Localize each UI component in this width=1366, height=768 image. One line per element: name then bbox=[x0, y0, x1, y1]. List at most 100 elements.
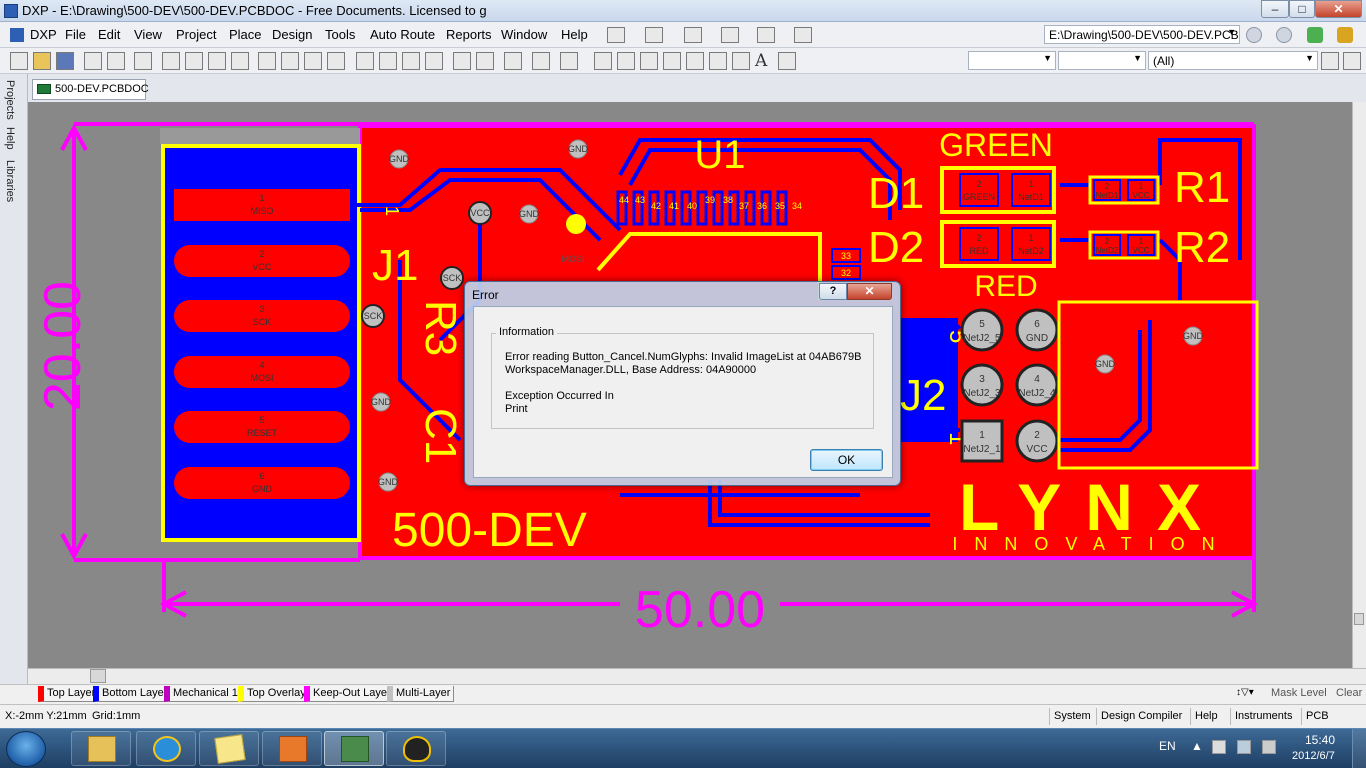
browse-components-icon[interactable] bbox=[532, 52, 550, 70]
save-icon[interactable] bbox=[56, 52, 74, 70]
place-fill-tool-icon[interactable] bbox=[686, 52, 704, 70]
system-panel-button[interactable]: System bbox=[1049, 708, 1095, 725]
help-icon[interactable] bbox=[560, 52, 578, 70]
move-icon[interactable] bbox=[379, 52, 397, 70]
new-icon[interactable] bbox=[10, 52, 28, 70]
panel-tab-libraries[interactable]: Libraries bbox=[4, 160, 16, 202]
horizontal-scrollbar[interactable] bbox=[28, 668, 1366, 684]
clock-date[interactable]: 2012/6/7 bbox=[1292, 750, 1335, 762]
taskbar-qq[interactable] bbox=[386, 731, 446, 766]
align-icon[interactable] bbox=[645, 27, 663, 43]
cut-icon[interactable] bbox=[258, 52, 276, 70]
undo-icon[interactable] bbox=[453, 52, 471, 70]
maximize-button[interactable]: □ bbox=[1289, 0, 1315, 18]
action-center-icon[interactable] bbox=[1212, 740, 1226, 754]
design-compiler-panel-button[interactable]: Design Compiler bbox=[1096, 708, 1186, 725]
instruments-panel-button[interactable]: Instruments bbox=[1230, 708, 1296, 725]
select-area-icon[interactable] bbox=[356, 52, 374, 70]
panel-tab-projects[interactable]: Projects bbox=[4, 80, 16, 120]
menu-window[interactable]: Window bbox=[501, 27, 547, 42]
grid-icon[interactable] bbox=[794, 27, 812, 43]
dialog-help-button[interactable]: ? bbox=[819, 283, 847, 300]
taskbar-internet-explorer[interactable] bbox=[136, 731, 196, 766]
dxp-app-icon[interactable] bbox=[4, 4, 18, 18]
filter-combo[interactable]: (All) ▼ bbox=[1148, 51, 1318, 70]
help-panel-button[interactable]: Help bbox=[1190, 708, 1222, 725]
distribute-icon[interactable] bbox=[721, 27, 739, 43]
volume-icon[interactable] bbox=[1262, 740, 1276, 754]
paste-icon[interactable] bbox=[304, 52, 322, 70]
place-arc-icon[interactable] bbox=[663, 52, 681, 70]
deselect-icon[interactable] bbox=[402, 52, 420, 70]
horizontal-scroll-thumb[interactable] bbox=[90, 669, 106, 683]
menu-place[interactable]: Place bbox=[229, 27, 262, 42]
place-array-icon[interactable] bbox=[778, 52, 796, 70]
rubber-stamp-icon[interactable] bbox=[327, 52, 345, 70]
favorites-icon[interactable] bbox=[1337, 27, 1353, 43]
layer-tab-top[interactable]: Top Layer bbox=[38, 686, 100, 702]
mask-level-button[interactable]: Mask Level bbox=[1271, 687, 1327, 699]
open-icon[interactable] bbox=[33, 52, 51, 70]
back-icon[interactable] bbox=[1246, 27, 1262, 43]
menu-tools[interactable]: Tools bbox=[325, 27, 355, 42]
place-string-icon[interactable]: A bbox=[755, 51, 773, 71]
place-fill-icon[interactable] bbox=[684, 27, 702, 43]
redo-icon[interactable] bbox=[476, 52, 494, 70]
layer-tab-mechanical[interactable]: Mechanical 1 bbox=[164, 686, 242, 702]
show-desktop-button[interactable] bbox=[1352, 729, 1366, 768]
zoom-selected-icon[interactable] bbox=[208, 52, 226, 70]
place-component-icon[interactable] bbox=[732, 52, 750, 70]
place-pad-icon[interactable] bbox=[617, 52, 635, 70]
layer-tab-keepout[interactable]: Keep-Out Layer bbox=[304, 686, 395, 702]
taskbar-dxp[interactable] bbox=[324, 731, 384, 766]
layer-combo[interactable]: ▼ bbox=[968, 51, 1056, 70]
close-button[interactable]: ✕ bbox=[1315, 0, 1362, 18]
show-hidden-icons[interactable]: ▲ bbox=[1191, 739, 1203, 753]
cross-probe-icon[interactable] bbox=[504, 52, 522, 70]
menu-auto-route[interactable]: Auto Route bbox=[370, 27, 435, 42]
network-icon[interactable] bbox=[1237, 740, 1251, 754]
print-preview-icon[interactable] bbox=[107, 52, 125, 70]
path-combo[interactable]: E:\Drawing\500-DEV\500-DEV.PCBI ▼ bbox=[1044, 25, 1240, 44]
language-indicator[interactable]: EN bbox=[1159, 739, 1176, 753]
place-via-icon[interactable] bbox=[640, 52, 658, 70]
menu-project[interactable]: Project bbox=[176, 27, 216, 42]
taskbar-explorer[interactable] bbox=[71, 731, 131, 766]
taskbar-outlook[interactable] bbox=[262, 731, 322, 766]
net-combo[interactable]: ▼ bbox=[1058, 51, 1146, 70]
ok-button[interactable]: OK bbox=[810, 449, 883, 471]
dialog-close-button[interactable]: ✕ bbox=[847, 283, 892, 300]
polygon-pour-icon[interactable] bbox=[709, 52, 727, 70]
apply-filter-icon[interactable] bbox=[1321, 52, 1339, 70]
layer-tab-bottom[interactable]: Bottom Layer bbox=[93, 686, 172, 702]
start-button[interactable] bbox=[6, 731, 46, 767]
route-icon[interactable] bbox=[594, 52, 612, 70]
menu-design[interactable]: Design bbox=[272, 27, 312, 42]
layer-options-icon[interactable]: ↕▽▾ bbox=[1236, 687, 1264, 701]
print-icon[interactable] bbox=[84, 52, 102, 70]
zoom-fit-icon[interactable] bbox=[162, 52, 180, 70]
clear-filter-icon[interactable] bbox=[425, 52, 443, 70]
clear-button[interactable]: Clear bbox=[1336, 687, 1362, 699]
menu-reports[interactable]: Reports bbox=[446, 27, 492, 42]
vertical-scrollbar[interactable] bbox=[1352, 102, 1366, 668]
vertical-scroll-thumb[interactable] bbox=[1354, 613, 1364, 625]
layer-tab-overlay[interactable]: Top Overlay bbox=[238, 686, 310, 702]
forward-icon[interactable] bbox=[1276, 27, 1292, 43]
menu-view[interactable]: View bbox=[134, 27, 162, 42]
room-icon[interactable] bbox=[757, 27, 775, 43]
menu-dxp[interactable]: DXP bbox=[30, 27, 57, 42]
minimize-button[interactable]: – bbox=[1261, 0, 1289, 18]
zoom-area-icon[interactable] bbox=[185, 52, 203, 70]
home-icon[interactable] bbox=[1307, 27, 1323, 43]
taskbar-sticky-notes[interactable] bbox=[199, 731, 259, 766]
layer-stack-icon[interactable] bbox=[134, 52, 152, 70]
clear-filter-button-icon[interactable] bbox=[1343, 52, 1361, 70]
layer-tab-multi[interactable]: Multi-Layer bbox=[387, 686, 455, 702]
menu-file[interactable]: File bbox=[65, 27, 86, 42]
interactive-routing-icon[interactable] bbox=[607, 27, 625, 43]
dxp-menu-icon[interactable] bbox=[10, 28, 24, 42]
clock-time[interactable]: 15:40 bbox=[1305, 733, 1335, 747]
menu-help[interactable]: Help bbox=[561, 27, 588, 42]
panel-tab-help[interactable]: Help bbox=[4, 127, 16, 150]
